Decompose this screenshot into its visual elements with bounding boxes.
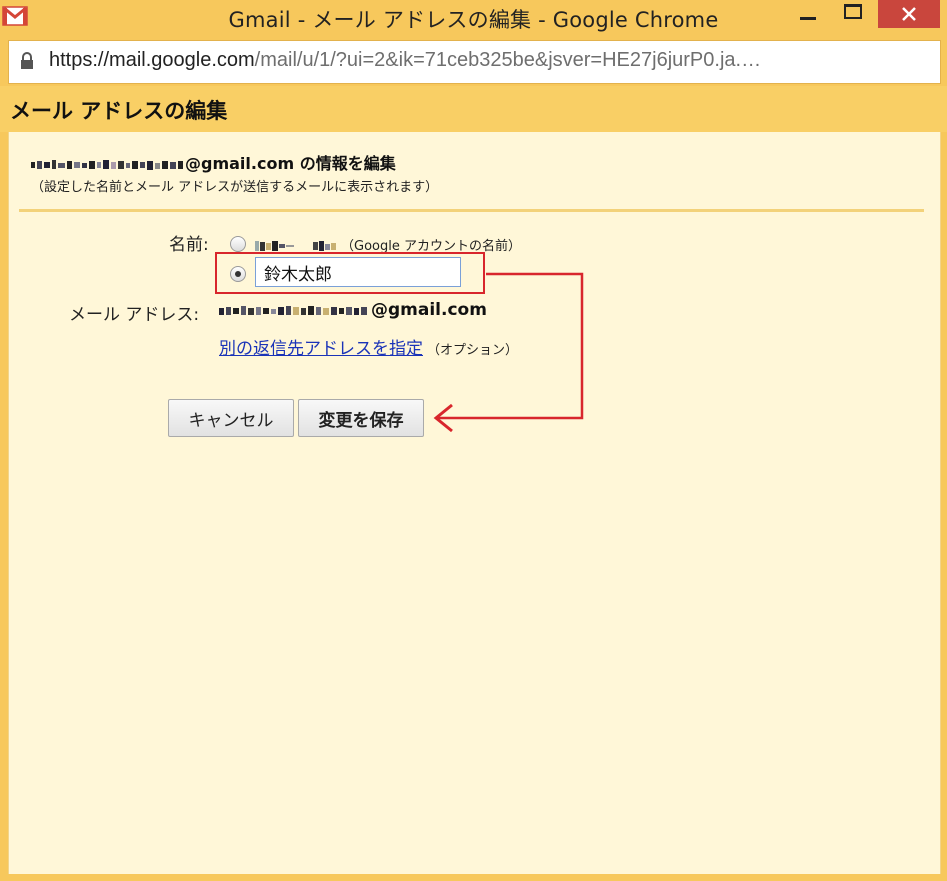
arrow-annotation (433, 272, 584, 433)
window-bottom-border (0, 874, 947, 881)
